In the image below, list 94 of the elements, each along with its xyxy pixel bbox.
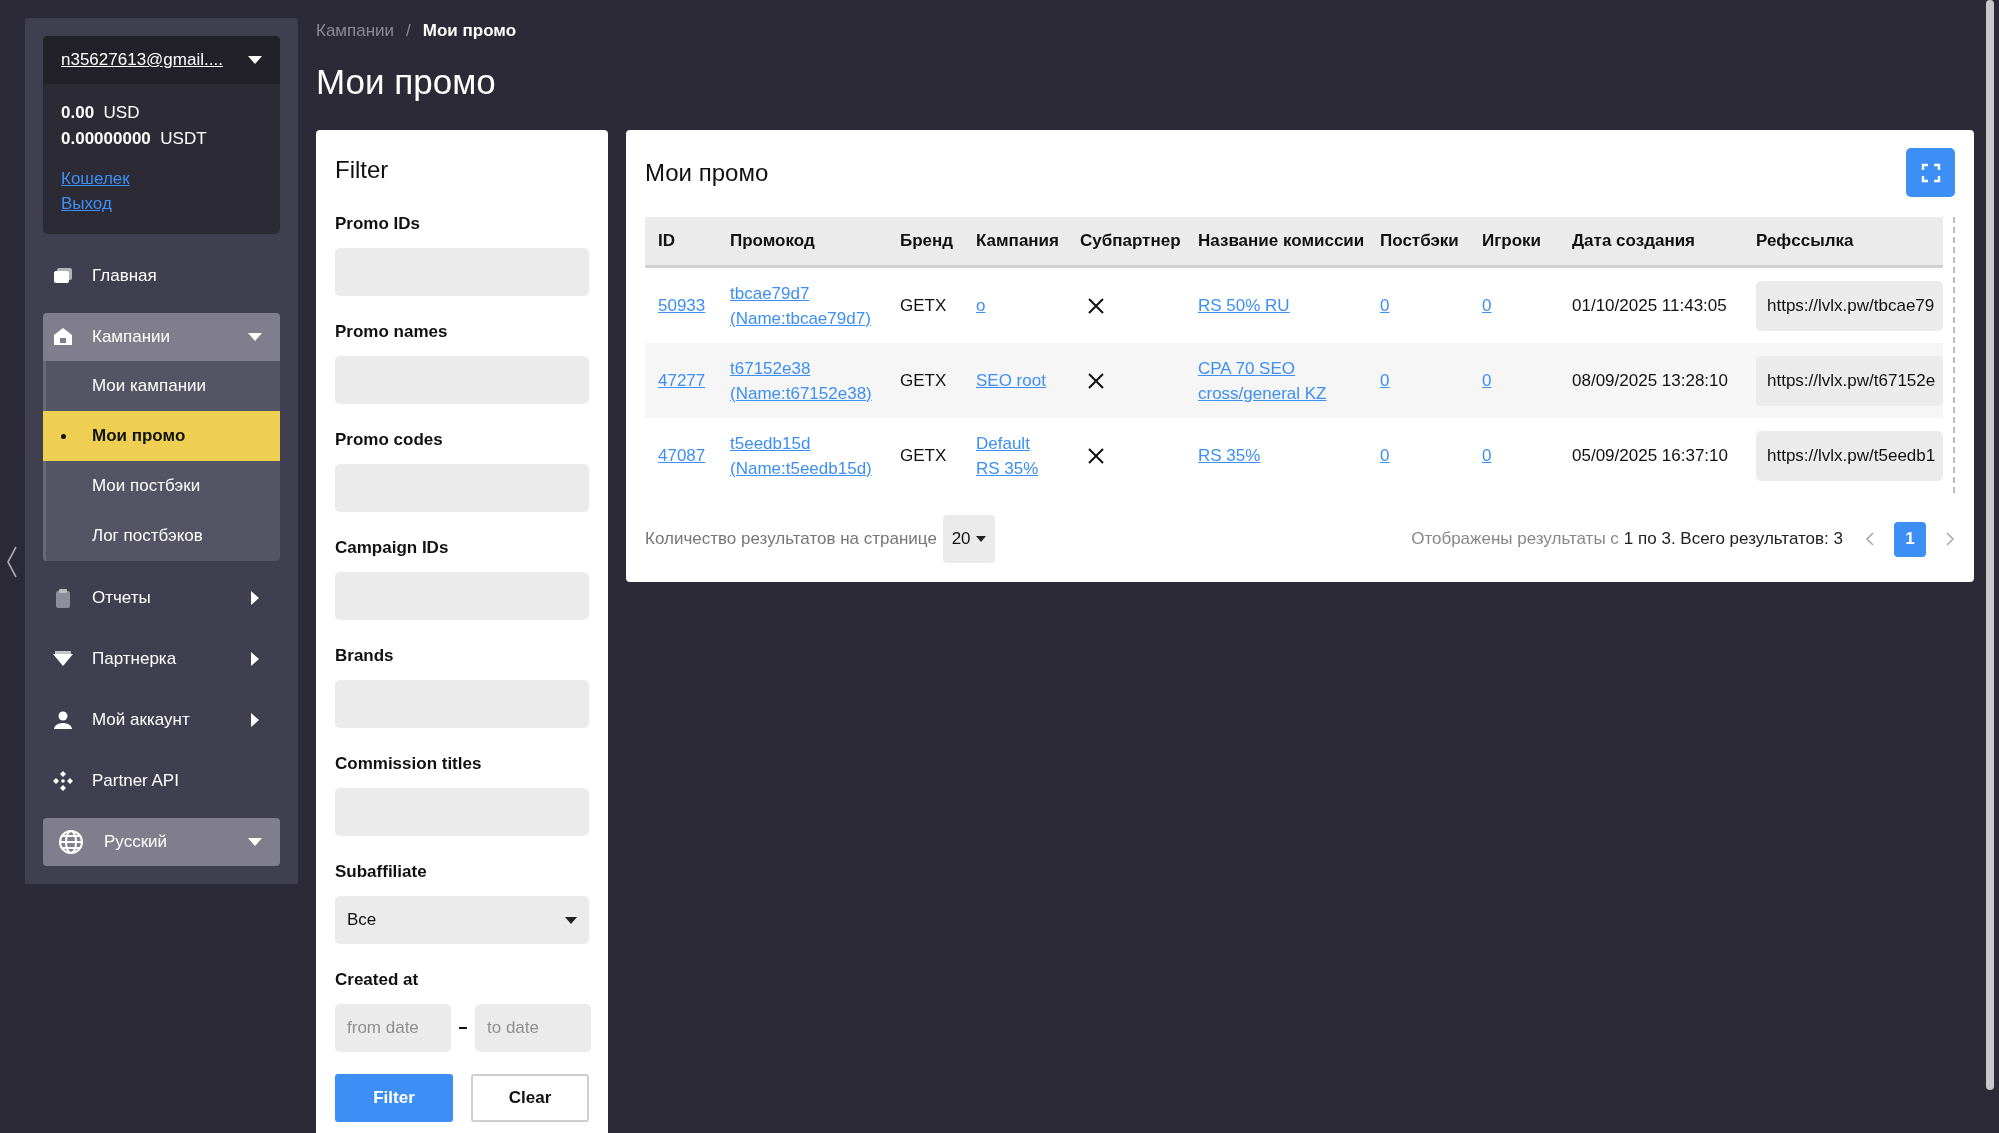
submenu-item[interactable]: Мои постбэки xyxy=(46,461,280,511)
filter-button[interactable]: Filter xyxy=(335,1074,453,1122)
players-link[interactable]: 0 xyxy=(1482,293,1492,318)
menu-item[interactable]: Партнерка xyxy=(43,635,280,683)
commission-link[interactable]: RS 50% RU xyxy=(1198,293,1290,318)
date-field[interactable]: to date xyxy=(475,1004,591,1052)
date-text: 05/09/2025 16:37:10 xyxy=(1572,446,1728,465)
field-label: Campaign IDs xyxy=(335,538,450,558)
column-header: Бренд xyxy=(887,217,963,267)
column-header: ID xyxy=(645,217,717,267)
range-dash xyxy=(459,1027,467,1029)
submenu-item[interactable]: Мои промо xyxy=(43,411,280,461)
field-label: Subaffiliate xyxy=(335,862,428,882)
column-header: Кампания xyxy=(963,217,1067,267)
account-link[interactable]: Выход xyxy=(61,191,112,216)
breadcrumb-current: Мои промо xyxy=(422,21,517,41)
select-field[interactable]: Все xyxy=(335,896,589,944)
campaign-link[interactable]: Default RS 35% xyxy=(976,430,1054,481)
column-header: Промокод xyxy=(717,217,887,267)
previous-page-icon[interactable] xyxy=(1865,532,1874,546)
field-label: Promo IDs xyxy=(335,214,422,234)
caret-icon xyxy=(251,652,259,666)
house-icon xyxy=(53,327,73,347)
per-page-label: Количество результатов на странице xyxy=(645,529,937,549)
caret-icon xyxy=(248,56,262,64)
postbacks-link[interactable]: 0 xyxy=(1380,443,1390,468)
results-range: 1 по 3. Всего результатов: 3 xyxy=(1623,529,1843,549)
breadcrumb-link[interactable]: Кампании xyxy=(316,21,395,41)
promo-code-link[interactable]: tbcae79d7 (Name:tbcae79d7) xyxy=(730,280,871,331)
next-page-icon[interactable] xyxy=(1946,532,1955,546)
caret-icon xyxy=(565,916,577,924)
players-link[interactable]: 0 xyxy=(1482,368,1492,393)
brand-text: GETX xyxy=(900,296,947,315)
home-icon xyxy=(53,266,73,286)
table-title: Мои промо xyxy=(645,158,769,187)
commission-link[interactable]: RS 35% xyxy=(1198,443,1261,468)
collapse-chevron-icon[interactable] xyxy=(6,545,18,579)
menu-item[interactable]: Кампании xyxy=(43,313,280,361)
caret-icon xyxy=(251,713,259,727)
brand-text: GETX xyxy=(900,371,947,390)
postbacks-link[interactable]: 0 xyxy=(1380,368,1390,393)
date-field[interactable]: from date xyxy=(335,1004,451,1052)
field-label: Created at xyxy=(335,970,420,990)
api-icon xyxy=(53,771,73,791)
ref-link-field[interactable]: https://lvlx.pw/t67152e xyxy=(1756,355,1943,406)
language-dropdown[interactable]: Русский xyxy=(43,818,280,866)
postbacks-link[interactable]: 0 xyxy=(1380,293,1390,318)
submenu-item[interactable]: Лог постбэков xyxy=(46,511,280,561)
brand-text: GETX xyxy=(900,446,947,465)
field-label: Brands xyxy=(335,646,395,666)
column-header: Название комиссии xyxy=(1185,217,1367,267)
caret-icon xyxy=(976,536,987,542)
clear-button[interactable]: Clear xyxy=(471,1074,589,1122)
date-text: 01/10/2025 11:43:05 xyxy=(1572,296,1727,315)
account-dropdown[interactable]: n35627613@gmail.... xyxy=(43,36,280,84)
date-text: 08/09/2025 13:28:10 xyxy=(1572,371,1728,390)
account-link[interactable]: Кошелек xyxy=(61,166,130,191)
column-header: Рефссылка xyxy=(1743,217,1943,267)
column-header: Постбэки xyxy=(1367,217,1469,267)
id-link[interactable]: 47087 xyxy=(658,443,706,468)
ref-link-field[interactable]: https://lvlx.pw/t5eedb1 xyxy=(1756,430,1943,481)
field-label: Commission titles xyxy=(335,754,483,774)
breadcrumb-separator: / xyxy=(406,21,411,41)
clipboard-icon xyxy=(53,588,73,608)
results-summary: Отображены результаты с xyxy=(1411,529,1619,549)
menu-item[interactable]: Главная xyxy=(43,252,280,300)
caret-icon xyxy=(251,591,259,605)
menu-item[interactable]: Мой аккаунт xyxy=(43,696,280,744)
column-header: Игроки xyxy=(1469,217,1559,267)
ref-link-field[interactable]: https://lvlx.pw/tbcae79 xyxy=(1756,280,1943,331)
balance-text: 0.00 USD xyxy=(61,102,141,124)
per-page-select[interactable]: 20 xyxy=(942,515,995,563)
submenu-item[interactable]: Мои кампании xyxy=(46,361,280,411)
column-header: Субпартнер xyxy=(1067,217,1185,267)
caret-icon xyxy=(248,838,262,846)
column-header: Дата создания xyxy=(1559,217,1743,267)
menu-item[interactable]: Отчеты xyxy=(43,574,280,622)
field-label: Promo names xyxy=(335,322,449,342)
promo-code-link[interactable]: t5eedb15d (Name:t5eedb15d) xyxy=(730,430,872,481)
menu-item[interactable]: Partner API xyxy=(43,757,280,805)
filter-title: Filter xyxy=(335,156,390,184)
campaign-link[interactable]: o xyxy=(976,293,986,318)
players-link[interactable]: 0 xyxy=(1482,443,1492,468)
page-title: Мои промо xyxy=(316,62,497,102)
page-button[interactable]: 1 xyxy=(1894,521,1926,557)
scrollbar[interactable] xyxy=(1986,0,1994,1090)
caret-icon xyxy=(248,333,262,341)
globe-icon xyxy=(58,829,84,855)
fullscreen-button[interactable] xyxy=(1906,148,1955,197)
field-label: Promo codes xyxy=(335,430,444,450)
balance-text: 0.00000000 USDT xyxy=(61,128,208,150)
id-link[interactable]: 50933 xyxy=(658,293,706,318)
fullscreen-icon xyxy=(1920,162,1941,183)
user-icon xyxy=(53,710,73,730)
